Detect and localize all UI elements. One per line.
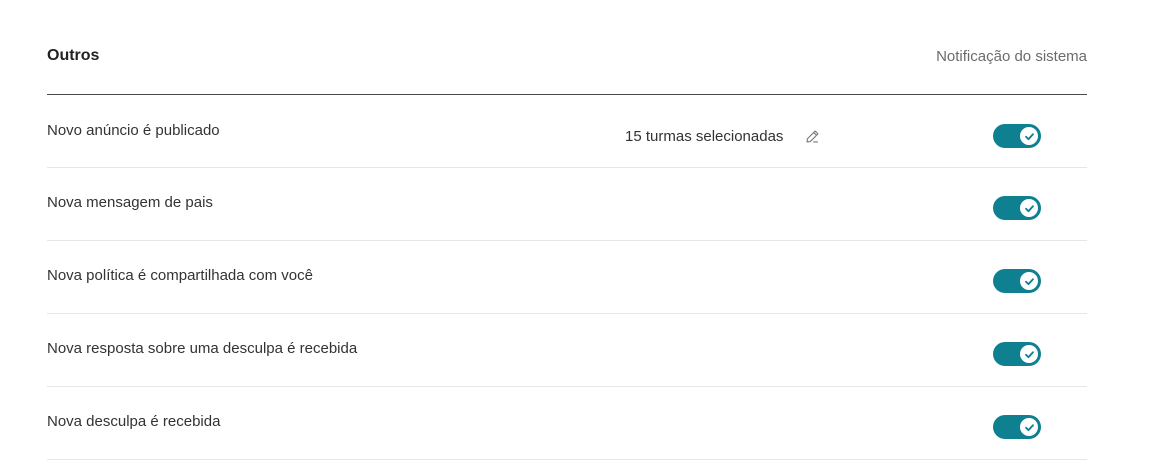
system-notification-toggle[interactable] [993,196,1041,220]
section-title: Outros [47,47,100,64]
notification-row-policy-shared: Nova política é compartilhada com você [47,241,1087,314]
edit-classes-button[interactable] [803,127,821,145]
check-icon [1024,132,1034,140]
notification-row-excuse-reply: Nova resposta sobre uma desculpa é receb… [47,314,1087,387]
notification-row-new-announcement: Novo anúncio é publicado 15 turmas selec… [47,95,1087,168]
class-selection: 15 turmas selecionadas [625,127,821,145]
pencil-icon [806,130,819,142]
system-notification-toggle[interactable] [993,269,1041,293]
section-header: Outros Notificação do sistema [47,0,1087,95]
row-label: Nova desculpa é recebida [47,413,221,430]
toggle-knob [1020,272,1038,290]
check-icon [1024,204,1034,212]
toggle-knob [1020,418,1038,436]
toggle-knob [1020,345,1038,363]
column-header-system-notification: Notificação do sistema [936,48,1087,65]
system-notification-toggle[interactable] [993,415,1041,439]
toggle-knob [1020,199,1038,217]
row-label: Novo anúncio é publicado [47,122,220,139]
system-notification-toggle[interactable] [993,342,1041,366]
notification-row-new-excuse: Nova desculpa é recebida [47,387,1087,460]
row-label: Nova mensagem de pais [47,194,213,211]
system-notification-toggle[interactable] [993,124,1041,148]
notification-section-outros: Outros Notificação do sistema Novo anúnc… [47,0,1087,460]
check-icon [1024,277,1034,285]
row-label: Nova política é compartilhada com você [47,267,313,284]
toggle-knob [1020,127,1038,145]
notification-row-parent-message: Nova mensagem de pais [47,168,1087,241]
check-icon [1024,423,1034,431]
selected-classes-text: 15 turmas selecionadas [625,127,784,145]
check-icon [1024,350,1034,358]
row-label: Nova resposta sobre uma desculpa é receb… [47,340,358,357]
